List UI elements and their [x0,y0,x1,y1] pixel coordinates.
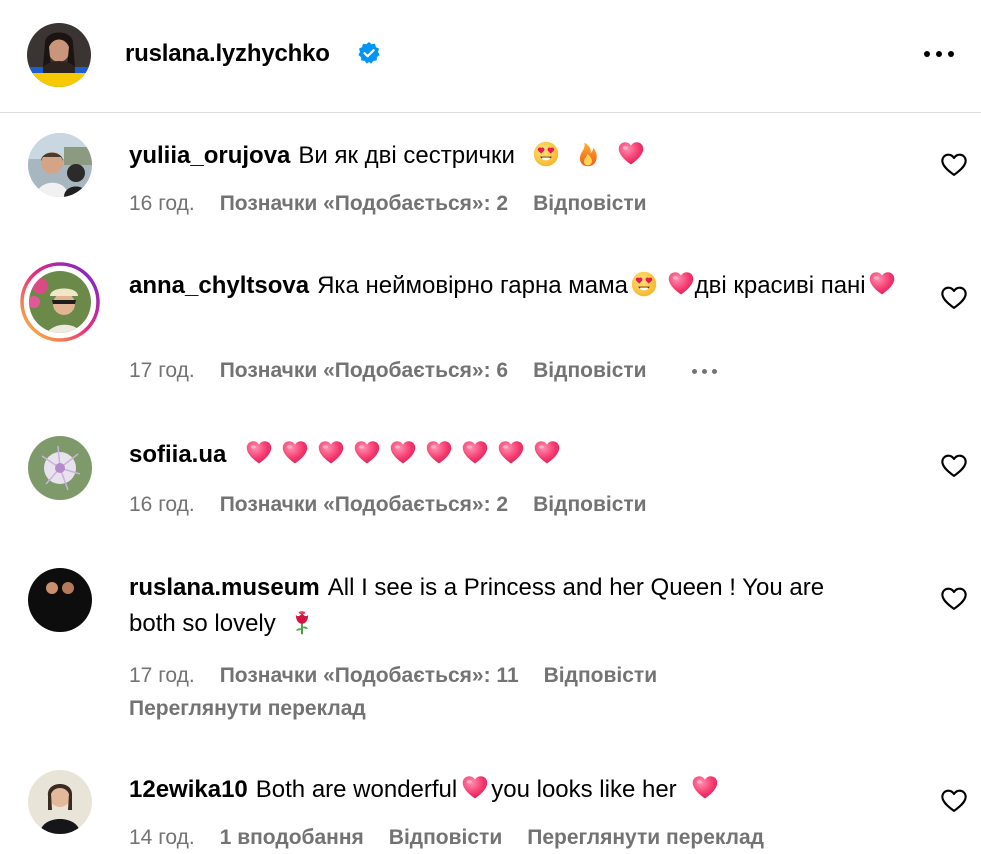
verified-badge-icon [358,42,380,64]
dot [701,368,707,374]
comment-body: yuliia_orujova Ви як дві сестрички [129,138,929,174]
dot [948,51,954,57]
comment-text: you looks like her [491,776,677,803]
comment-username[interactable]: 12ewika10 [129,776,248,803]
comment-meta: 14 год. 1 вподобання Відповісти Переглян… [129,826,789,850]
comment-timestamp[interactable]: 14 год. [129,826,195,850]
post-author-username[interactable]: ruslana.lyzhychko [125,39,330,69]
pink-heart-emoji-icon [389,439,417,467]
pink-heart-emoji-icon [461,439,489,467]
pink-heart-emoji-icon [497,439,525,467]
comment-likes-count[interactable]: Позначки «Подобається»: 6 [220,359,508,383]
dot [924,51,930,57]
comment-options-button[interactable] [691,359,717,383]
pink-heart-emoji-icon [461,774,489,802]
comment-timestamp[interactable]: 16 год. [129,493,195,517]
comment-meta: 16 год. Позначки «Подобається»: 2 Відпов… [129,493,672,517]
dot [936,51,942,57]
reply-button[interactable]: Відповісти [533,359,646,383]
comment-text: дві красиві пані [694,272,866,299]
heart-eyes-emoji-icon [630,270,658,298]
comment-meta: 17 год. Позначки «Подобається»: 6 Відпов… [129,359,717,383]
pink-heart-emoji-icon [353,439,381,467]
reply-button[interactable]: Відповісти [533,192,646,216]
dot [691,368,697,374]
like-comment-heart-icon[interactable] [940,284,968,312]
comment-timestamp[interactable]: 17 год. [129,664,195,688]
comment-likes-count[interactable]: Позначки «Подобається»: 2 [220,493,508,517]
comment-likes-count[interactable]: Позначки «Подобається»: 2 [220,192,508,216]
pink-heart-emoji-icon [425,439,453,467]
comment-username[interactable]: ruslana.museum [129,574,320,601]
pink-heart-emoji-icon [317,439,345,467]
see-translation-link[interactable]: Переглянути переклад [527,826,764,850]
post-header: ruslana.lyzhychko [0,0,981,113]
comment-body: sofiia.ua [129,437,929,473]
comment-text: Both are wonderful [255,776,458,803]
pink-heart-emoji-icon [667,270,695,298]
comment-body: 12ewika10 Both are wonderful you looks lik… [129,772,929,808]
comment-likes-count[interactable]: Позначки «Подобається»: 11 [220,664,519,688]
comment-text: both so lovely [129,610,276,637]
pink-heart-emoji-icon [868,270,896,298]
like-comment-heart-icon[interactable] [940,452,968,480]
like-comment-heart-icon[interactable] [940,151,968,179]
rose-emoji-icon [288,608,316,636]
fire-emoji-icon [574,140,602,168]
comment-likes-count[interactable]: 1 вподобання [220,826,364,850]
commenter-avatar[interactable] [28,133,92,197]
reply-button[interactable]: Відповісти [389,826,502,850]
comment-timestamp[interactable]: 16 год. [129,192,195,216]
comment-text: Ви як дві сестрички [298,142,515,169]
commenter-avatar[interactable] [28,568,92,632]
commenter-avatar[interactable] [28,770,92,834]
heart-eyes-emoji-icon [532,140,560,168]
comment-body: anna_chyltsova Яка неймовірно гарна мама … [129,268,919,304]
more-options-button[interactable] [919,44,959,64]
like-comment-heart-icon[interactable] [940,585,968,613]
reply-button[interactable]: Відповісти [544,664,657,688]
comment-body: ruslana.museum All I see is a Princess an… [129,570,919,642]
like-comment-heart-icon[interactable] [940,787,968,815]
comment-text: All I see is a Princess and her Queen ! … [327,574,825,601]
comment-username[interactable]: anna_chyltsova [129,272,309,299]
see-translation-link[interactable]: Переглянути переклад [129,697,366,721]
comment-timestamp[interactable]: 17 год. [129,359,195,383]
pink-heart-emoji-icon [691,774,719,802]
pink-heart-emoji-icon [533,439,561,467]
commenter-avatar-story-ring[interactable] [20,262,100,342]
comment-meta: 16 год. Позначки «Подобається»: 2 Відпов… [129,192,672,216]
comment-text: Яка неймовірно гарна мама [317,272,628,299]
comment-meta: 17 год. Позначки «Подобається»: 11 Відпо… [129,664,682,688]
reply-button[interactable]: Відповісти [533,493,646,517]
pink-heart-emoji-icon [281,439,309,467]
pink-heart-emoji-icon [617,140,645,168]
comment-username[interactable]: yuliia_orujova [129,142,290,169]
pink-heart-emoji-icon [245,439,273,467]
dot [711,368,717,374]
comment-username[interactable]: sofiia.ua [129,441,226,468]
commenter-avatar[interactable] [28,436,92,500]
post-author-avatar[interactable] [27,23,91,87]
